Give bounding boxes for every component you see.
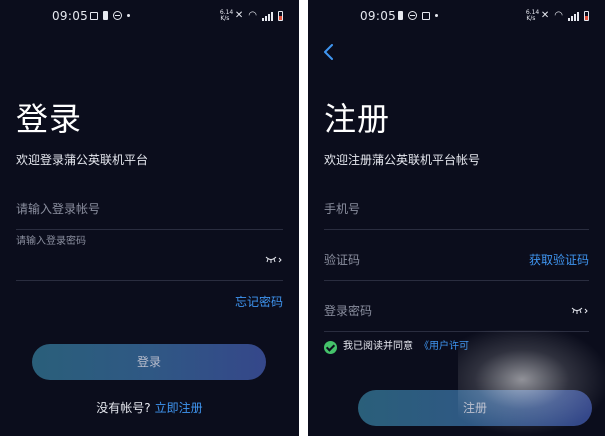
more-notifications-icon: [127, 14, 130, 17]
agreement-row: 我已阅读并同意 《用户许可: [324, 340, 469, 354]
code-input[interactable]: [324, 249, 514, 271]
password-input[interactable]: [16, 252, 246, 274]
battery-icon: [584, 11, 589, 21]
eye-closed-icon[interactable]: [265, 256, 283, 264]
status-bar: 09:05 6.14 K/s ✕ ◠: [0, 8, 299, 24]
password-field: 请输入登录密码: [16, 236, 283, 281]
register-button[interactable]: 注册: [358, 390, 592, 426]
image-notification-icon: [90, 11, 98, 20]
phone-field: [324, 198, 589, 230]
do-not-disturb-icon: [113, 11, 122, 20]
password-label: 请输入登录密码: [16, 236, 86, 247]
register-password-field: [324, 300, 589, 332]
get-code-link[interactable]: 获取验证码: [529, 252, 589, 268]
chevron-left-icon[interactable]: [322, 44, 336, 60]
wifi-icon: ◠: [248, 10, 257, 21]
status-icons-right: 6.14 K/s ✕ ◠: [220, 10, 283, 22]
page-subtitle: 欢迎登录蒲公英联机平台: [16, 153, 149, 167]
signal-icon: [568, 11, 579, 21]
login-button[interactable]: 登录: [32, 344, 266, 380]
battery-icon: [278, 11, 283, 21]
status-bar: 09:05 6.14 K/s ✕ ◠: [308, 8, 605, 24]
status-time: 09:05: [360, 9, 397, 23]
more-notifications-icon: [435, 14, 438, 17]
eye-closed-icon[interactable]: [571, 307, 589, 315]
mute-icon: ✕: [234, 10, 244, 21]
no-account-text: 没有帐号?: [96, 401, 151, 415]
network-speed: 6.14 K/s: [525, 9, 540, 22]
mute-icon: ✕: [540, 10, 550, 21]
status-icons-left: [90, 11, 130, 20]
check-circle-icon[interactable]: [324, 340, 337, 354]
register-password-input[interactable]: [324, 300, 544, 322]
status-icons-left: [398, 11, 438, 20]
page-title: 登录: [16, 100, 83, 138]
register-prompt: 没有帐号? 立即注册: [0, 400, 299, 416]
status-time: 09:05: [52, 9, 89, 23]
login-screen: 09:05 6.14 K/s ✕ ◠ 登录 欢迎登录蒲公英联机平台 请输入登录密…: [0, 0, 299, 436]
account-input[interactable]: [16, 198, 283, 220]
signal-icon: [262, 11, 273, 21]
page-title: 注册: [324, 100, 391, 138]
register-link[interactable]: 立即注册: [155, 401, 203, 415]
page-subtitle: 欢迎注册蒲公英联机平台帐号: [324, 153, 481, 167]
code-field: 获取验证码: [324, 249, 589, 281]
sim-card-icon: [398, 11, 403, 20]
do-not-disturb-icon: [408, 11, 417, 20]
sim-card-icon: [103, 11, 108, 20]
image-notification-icon: [422, 11, 430, 20]
agreement-link[interactable]: 《用户许可: [419, 340, 469, 354]
status-icons-right: 6.14 K/s ✕ ◠: [526, 10, 589, 22]
phone-input[interactable]: [324, 198, 589, 220]
account-field: [16, 198, 283, 230]
wifi-icon: ◠: [554, 10, 563, 21]
forgot-password-link[interactable]: 忘记密码: [235, 294, 283, 310]
register-screen: 09:05 6.14 K/s ✕ ◠ 注册 欢迎注册蒲公英联机平台帐号 获取验证…: [308, 0, 605, 436]
network-speed: 6.14 K/s: [219, 9, 234, 22]
agree-text: 我已阅读并同意: [343, 341, 413, 352]
